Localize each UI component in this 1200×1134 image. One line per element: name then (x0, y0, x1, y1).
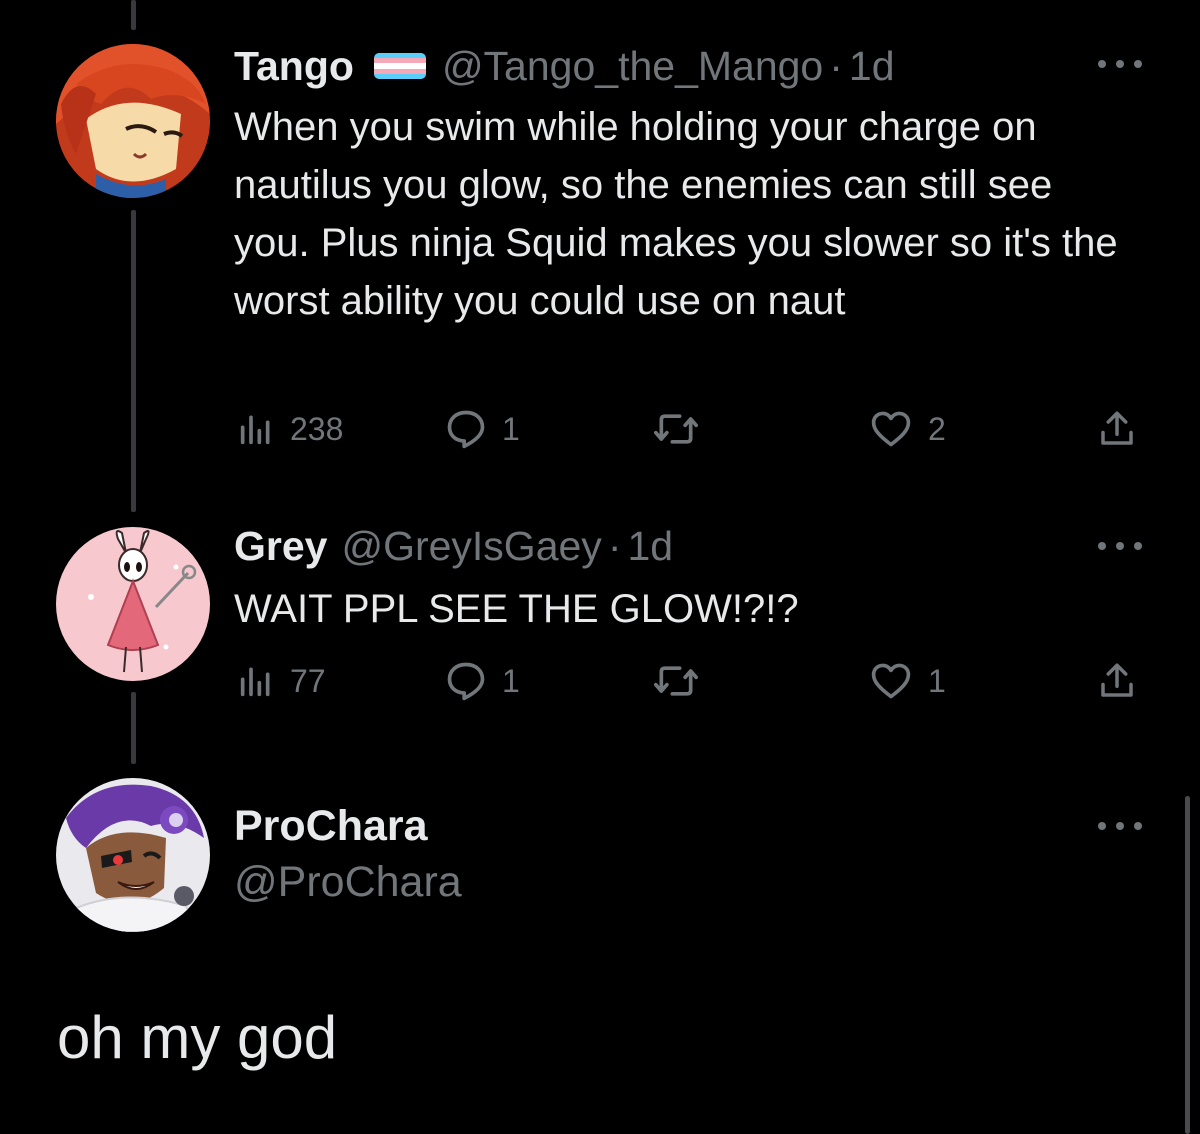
more-icon[interactable] (1098, 540, 1142, 552)
views-count: 77 (290, 662, 326, 699)
share-icon (1101, 411, 1133, 445)
trans-flag-icon (373, 53, 426, 79)
thread-line-top (131, 0, 136, 30)
separator: · (607, 523, 622, 569)
display-name[interactable]: Tango (234, 42, 354, 90)
avatar-prochara-image (56, 778, 210, 932)
views-icon (240, 415, 270, 445)
retweet-button[interactable] (652, 404, 700, 454)
reply-button[interactable]: 1 (444, 404, 520, 454)
tweet-header: Grey @GreyIsGaey · 1d (234, 522, 673, 570)
reply-count: 1 (502, 662, 520, 699)
like-button[interactable]: 1 (868, 656, 946, 706)
timestamp[interactable]: 1d (627, 522, 673, 570)
tweet-text: When you swim while holding your charge … (234, 105, 1118, 323)
display-name[interactable]: ProChara (234, 802, 428, 851)
timestamp[interactable]: 1d (849, 42, 895, 90)
avatar-grey-image (56, 527, 210, 681)
retweet-icon (653, 666, 698, 696)
main-tweet-text: oh my god (57, 1004, 338, 1071)
views-button[interactable]: 77 (236, 656, 326, 706)
reply-icon (447, 662, 485, 701)
like-count: 2 (928, 410, 946, 447)
more-icon[interactable] (1098, 58, 1142, 70)
action-bar: 238 1 2 (234, 404, 1144, 454)
tweet-header: Tango @Tango_the_Mango · 1d (234, 42, 895, 90)
scrollbar[interactable] (1185, 796, 1190, 1134)
share-icon (1101, 663, 1133, 697)
handle[interactable]: @ProChara (234, 858, 462, 907)
handle[interactable]: @GreyIsGaey (341, 522, 601, 570)
more-icon[interactable] (1098, 820, 1142, 832)
reply-button[interactable]: 1 (444, 656, 520, 706)
avatar-prochara[interactable] (56, 778, 210, 932)
retweet-icon (653, 414, 698, 444)
like-icon (871, 411, 911, 447)
retweet-button[interactable] (652, 656, 700, 706)
views-icon (240, 667, 270, 697)
avatar-grey[interactable] (56, 527, 210, 681)
handle[interactable]: @Tango_the_Mango (442, 42, 823, 90)
reply-icon (447, 410, 485, 449)
views-count: 238 (290, 410, 344, 447)
views-button[interactable]: 238 (236, 404, 343, 454)
flag-stripe (373, 73, 426, 79)
avatar-tango[interactable] (56, 44, 210, 198)
display-name[interactable]: Grey (234, 522, 327, 570)
avatar-tango-image (56, 44, 210, 198)
like-icon (871, 663, 911, 699)
thread-line-2 (131, 692, 136, 764)
action-bar: 77 1 1 (234, 656, 1144, 706)
reply-count: 1 (502, 410, 520, 447)
like-button[interactable]: 2 (868, 404, 946, 454)
share-button[interactable] (1096, 404, 1138, 454)
thread-line-1 (131, 210, 136, 512)
tweet-text: WAIT PPL SEE THE GLOW!?!? (234, 587, 799, 631)
like-count: 1 (928, 662, 946, 699)
share-button[interactable] (1096, 656, 1138, 706)
separator: · (829, 43, 843, 89)
